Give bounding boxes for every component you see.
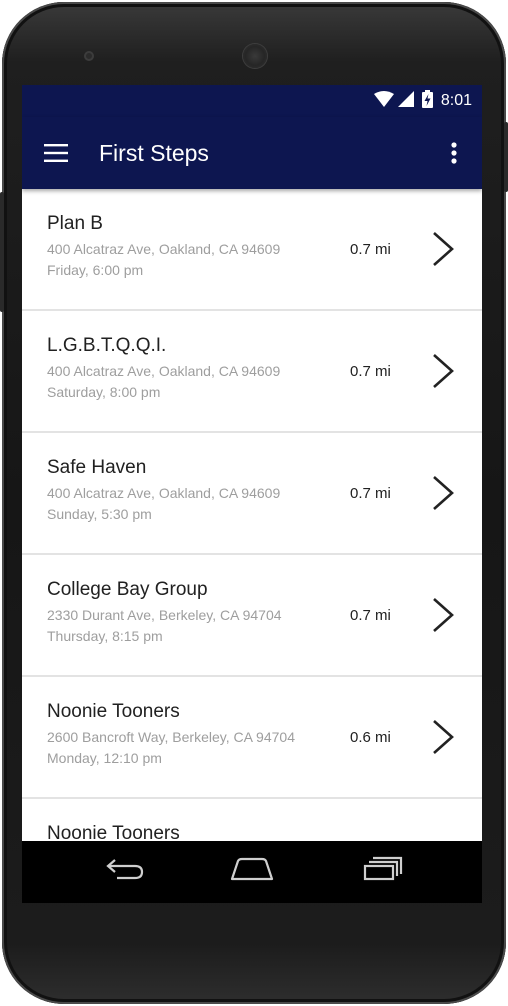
meeting-list: Plan B 400 Alcatraz Ave, Oakland, CA 946… [22,189,482,903]
chevron-right-icon[interactable] [428,473,458,513]
meeting-time: Friday, 6:00 pm [47,262,144,278]
meeting-time: Monday, 12:10 pm [47,750,162,766]
home-button[interactable] [222,849,282,889]
status-bar: 8:01 [22,85,482,117]
wifi-icon [373,90,394,112]
meeting-distance: 0.7 mi [350,363,391,380]
more-vert-icon [451,142,457,164]
chevron-right-icon[interactable] [428,229,458,269]
chevron-right-icon[interactable] [428,595,458,635]
meeting-address: 2600 Bancroft Way, Berkeley, CA 94704 [47,729,295,745]
status-icons: 8:01 [373,89,472,113]
meeting-address: 400 Alcatraz Ave, Oakland, CA 94609 [47,241,281,257]
chevron-right-icon[interactable] [428,717,458,757]
back-icon [106,859,144,880]
recents-icon [363,856,403,881]
list-item[interactable]: Noonie Tooners 2600 Bancroft Way, Berkel… [22,677,482,799]
navigation-bar [22,841,482,903]
list-item[interactable]: Safe Haven 400 Alcatraz Ave, Oakland, CA… [22,433,482,555]
meeting-address: 400 Alcatraz Ave, Oakland, CA 94609 [47,363,281,379]
meeting-name: Safe Haven [47,457,147,478]
cell-signal-icon [397,90,414,112]
battery-charging-icon [421,89,433,113]
meeting-name: Plan B [47,213,103,234]
meeting-distance: 0.7 mi [350,607,391,624]
volume-button [504,122,508,192]
meeting-address: 2330 Durant Ave, Berkeley, CA 94704 [47,607,282,623]
sensor-dot [84,51,94,61]
chevron-right-icon[interactable] [428,351,458,391]
meeting-time: Sunday, 5:30 pm [47,506,152,522]
menu-button[interactable] [36,137,76,169]
list-item[interactable]: Plan B 400 Alcatraz Ave, Oakland, CA 946… [22,189,482,311]
power-button [0,192,4,312]
screen: 8:01 First Steps Plan B 400 Alcatraz Ave… [22,85,482,903]
list-item[interactable]: L.G.B.T.Q.Q.I. 400 Alcatraz Ave, Oakland… [22,311,482,433]
meeting-name: L.G.B.T.Q.Q.I. [47,335,167,356]
meeting-distance: 0.6 mi [350,729,391,746]
home-icon [230,857,274,881]
list-item[interactable]: College Bay Group 2330 Durant Ave, Berke… [22,555,482,677]
meeting-distance: 0.7 mi [350,241,391,258]
recents-button[interactable] [353,849,413,889]
app-bar: First Steps [22,117,482,189]
meeting-name: College Bay Group [47,579,208,600]
meeting-address: 400 Alcatraz Ave, Oakland, CA 94609 [47,485,281,501]
status-time: 8:01 [440,92,472,109]
meeting-name: Noonie Tooners [47,701,180,722]
overflow-menu-button[interactable] [440,137,468,169]
meeting-time: Thursday, 8:15 pm [47,628,163,644]
back-button[interactable] [95,849,155,889]
page-title: First Steps [99,140,209,166]
meeting-time: Saturday, 8:00 pm [47,384,161,400]
hamburger-menu-icon [44,144,68,162]
front-camera [243,44,267,68]
meeting-distance: 0.7 mi [350,485,391,502]
